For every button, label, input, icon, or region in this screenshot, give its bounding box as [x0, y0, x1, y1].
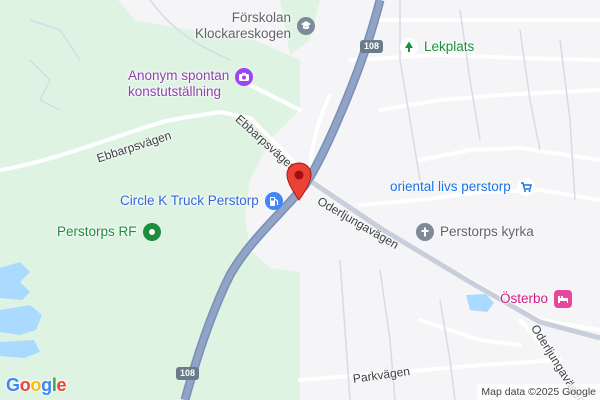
poi-label: Österbo [500, 291, 549, 306]
poi-perstorps-rf[interactable]: Perstorps RF [57, 223, 161, 241]
poi-label: Perstorps kyrka [440, 224, 534, 239]
route-shield: 108 [176, 367, 200, 380]
route-shield: 108 [360, 40, 384, 53]
cross-icon [416, 223, 434, 241]
poi-anonym-spontan[interactable]: Anonym spontan konstutställning [128, 68, 254, 100]
poi-label: Perstorps RF [57, 224, 137, 239]
poi-forskolan[interactable]: Förskolan Klockareskogen [195, 10, 316, 42]
poi-label: Lekplats [424, 39, 475, 54]
camera-icon [235, 68, 254, 86]
park-icon [142, 223, 161, 241]
tree-icon [400, 38, 418, 56]
school-icon [297, 17, 316, 35]
fuel-icon [264, 192, 283, 210]
map-canvas[interactable]: 108 108 Ebbarpsvägen Ebbarpsvägen Oderlj… [0, 0, 600, 400]
location-pin-icon[interactable] [285, 162, 313, 202]
poi-perstorps-kyrka[interactable]: Perstorps kyrka [416, 223, 534, 241]
poi-lekplats[interactable]: Lekplats [400, 38, 474, 56]
cart-icon [516, 178, 535, 196]
google-logo[interactable]: Google [6, 375, 67, 396]
poi-label: Circle K Truck Perstorp [120, 193, 259, 208]
map-attribution[interactable]: Map data ©2025 Google [477, 384, 600, 400]
poi-label: oriental livs perstorp [390, 179, 511, 194]
bed-icon [554, 290, 573, 308]
poi-label: Förskolan Klockareskogen [195, 10, 292, 41]
poi-label: Anonym spontan konstutställning [128, 68, 230, 99]
poi-circle-k[interactable]: Circle K Truck Perstorp [120, 192, 283, 210]
poi-oriental-livs[interactable]: oriental livs perstorp [390, 178, 535, 196]
poi-osterbo[interactable]: Österbo [500, 290, 573, 308]
